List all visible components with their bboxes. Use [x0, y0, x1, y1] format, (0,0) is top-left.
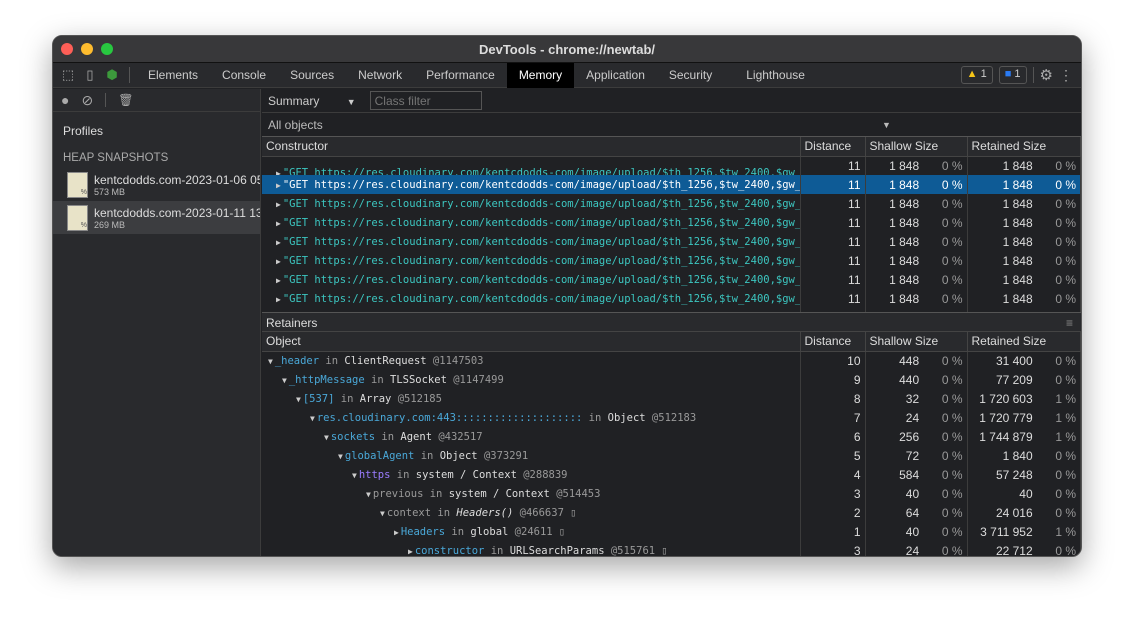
heap-snapshots-heading: HEAP SNAPSHOTS — [63, 152, 169, 164]
trash-icon[interactable]: 🗑 — [118, 93, 133, 107]
constructor-row[interactable]: ▶"GET https://res.cloudinary.com/kentcdo… — [262, 175, 1081, 194]
collapse-arrow-icon: ▼ — [310, 413, 315, 423]
constructor-row[interactable]: ▶"GET https://res.cloudinary.com/kentcdo… — [262, 194, 1081, 213]
column-header[interactable]: Shallow Size — [865, 137, 968, 157]
constructor-row[interactable]: ▶"GET https://res.cloudinary.com/kentcdo… — [262, 289, 1081, 308]
minimize-button[interactable] — [81, 43, 93, 55]
snapshot-icon: % — [67, 171, 88, 198]
record-icon[interactable]: ● — [61, 92, 69, 108]
collapse-arrow-icon: ▼ — [324, 432, 329, 442]
column-header[interactable]: Constructor — [262, 137, 801, 157]
constructor-table: Constructor Distance Shallow Size Retained … — [262, 137, 1081, 312]
node-icon[interactable]: ⬢ — [105, 68, 119, 82]
column-header[interactable]: Distance — [800, 332, 866, 352]
collapse-arrow-icon: ▼ — [352, 470, 357, 480]
tab-sources[interactable]: Sources — [278, 63, 346, 88]
profiles-sidebar: ● ⊘ 🗑 Profiles HEAP SNAPSHOTS % kentcdodd… — [53, 89, 261, 556]
snapshot-icon: % — [67, 204, 88, 231]
retainer-row[interactable]: ▼ context in Headers() @466637 ▯ 2 64 0 %… — [262, 503, 1081, 522]
profiles-label: Profiles — [63, 124, 104, 138]
more-menu-icon[interactable]: ⋮ — [1059, 67, 1073, 84]
expand-arrow-icon: ▶ — [276, 169, 281, 176]
device-toolbar-icon[interactable]: ▯ — [83, 68, 97, 82]
retainer-row[interactable]: ▼ _header in ClientRequest @1147503 10 44… — [262, 351, 1081, 370]
window-title: DevTools - chrome://newtab/ — [478, 41, 655, 57]
retainers-header[interactable]: Retainers ≡ — [262, 312, 1081, 332]
tab-elements[interactable]: Elements — [136, 63, 210, 88]
retainers-table: Object Distance Shallow Size Retained Size … — [262, 332, 1081, 556]
retainer-row[interactable]: ▶ Headers in global @24611 ▯ 1 40 0 % 3 7… — [262, 522, 1081, 541]
expand-arrow-icon: ▶ — [276, 218, 281, 228]
expand-arrow-icon: ▶ — [408, 546, 413, 556]
devtools-window: DevTools - chrome://newtab/ ⬚ ▯ ⬢ Elemen… — [52, 35, 1082, 557]
collapse-arrow-icon: ▼ — [268, 356, 273, 366]
menu-icon: ≡ — [1065, 316, 1073, 330]
column-header[interactable]: Retained Size — [967, 137, 1081, 157]
dropdown-arrow-icon: ▼ — [346, 96, 356, 107]
gear-icon[interactable]: ⚙ — [1040, 66, 1053, 84]
tab-application[interactable]: Application — [574, 63, 657, 88]
column-header[interactable]: Object — [262, 332, 801, 352]
tab-lighthouse[interactable]: Lighthouse — [734, 63, 817, 88]
message-icon: ■ — [1004, 68, 1012, 80]
tab-performance[interactable]: Performance — [414, 63, 507, 88]
expand-arrow-icon: ▶ — [276, 199, 281, 209]
collapse-arrow-icon: ▼ — [282, 375, 287, 385]
dropdown-arrow-icon: ▼ — [882, 120, 891, 130]
collapse-arrow-icon: ▼ — [296, 394, 301, 404]
tab-network[interactable]: Network — [346, 63, 414, 88]
retainer-row[interactable]: ▼ previous in system / Context @514453 3 … — [262, 484, 1081, 503]
column-header[interactable]: Retained Size — [967, 332, 1081, 352]
retainer-row[interactable]: ▼ res.cloudinary.com:443:::::::::::::::::… — [262, 408, 1081, 427]
inspect-icon[interactable]: ⬚ — [61, 68, 75, 82]
view-select[interactable]: Summary ▼ — [268, 94, 356, 108]
snapshot-item[interactable]: % kentcdodds.com-2023-01-11 13 269 MB — [53, 201, 260, 234]
constructor-row[interactable]: ▶"GET https://res.cloudinary.com/kentcdo… — [262, 270, 1081, 289]
tab-memory[interactable]: Memory — [506, 62, 575, 88]
class-filter-input[interactable] — [369, 91, 482, 110]
tab-console[interactable]: Console — [210, 63, 278, 88]
warning-icon: ▲ — [966, 68, 978, 80]
expand-arrow-icon: ▶ — [276, 237, 281, 247]
retainer-row[interactable]: ▼ globalAgent in Object @373291 5 72 0 % … — [262, 446, 1081, 465]
scope-select[interactable]: All objects ▼ — [262, 113, 1081, 137]
column-header[interactable]: Shallow Size — [865, 332, 968, 352]
warnings-badge[interactable]: ▲ 1 — [960, 66, 993, 84]
messages-badge[interactable]: ■ 1 — [998, 66, 1027, 84]
retainer-row[interactable]: ▶ constructor in URLSearchParams @515761 … — [262, 541, 1081, 556]
collapse-arrow-icon: ▼ — [366, 489, 371, 499]
constructor-row[interactable]: ▶"GET https://res.cloudinary.com/kentcdo… — [262, 232, 1081, 251]
maximize-button[interactable] — [101, 43, 113, 55]
retainer-row[interactable]: ▼ sockets in Agent @432517 6 256 0 % 1 74… — [262, 427, 1081, 446]
retainer-row[interactable]: ▼ https in system / Context @288839 4 584… — [262, 465, 1081, 484]
constructor-row[interactable]: ▶"GET https://res.cloudinary.com/kentcdo… — [262, 251, 1081, 270]
expand-arrow-icon: ▶ — [276, 275, 281, 285]
expand-arrow-icon: ▶ — [276, 294, 281, 304]
expand-arrow-icon: ▶ — [276, 256, 281, 266]
title-bar: DevTools - chrome://newtab/ — [53, 36, 1081, 63]
expand-arrow-icon: ▶ — [394, 527, 399, 537]
tab-security[interactable]: Security — [657, 63, 724, 88]
retainer-row[interactable]: ▼ [537] in Array @512185 8 32 0 % 1 720 6… — [262, 389, 1081, 408]
retainer-row[interactable]: ▼ _httpMessage in TLSSocket @1147499 9 44… — [262, 370, 1081, 389]
snapshot-item[interactable]: % kentcdodds.com-2023-01-06 05 573 MB — [53, 168, 260, 201]
memory-main: Summary ▼ All objects▼ ConstructorDistan… — [262, 89, 1081, 556]
clear-icon[interactable]: ⊘ — [81, 92, 93, 109]
column-header[interactable]: Distance — [800, 137, 866, 157]
collapse-arrow-icon: ▼ — [380, 508, 385, 518]
constructor-row[interactable]: ▶"GET https://res.cloudinary.com/kentcdo… — [262, 213, 1081, 232]
panel-tabs: ⬚ ▯ ⬢ Elements Console Sources Network Perfo… — [53, 62, 1081, 88]
constructor-row[interactable]: ▶"GET https://res.cloudinary.com/kentcdo… — [262, 156, 1081, 175]
close-button[interactable] — [61, 43, 73, 55]
expand-arrow-icon: ▶ — [276, 180, 281, 190]
collapse-arrow-icon: ▼ — [338, 451, 343, 461]
